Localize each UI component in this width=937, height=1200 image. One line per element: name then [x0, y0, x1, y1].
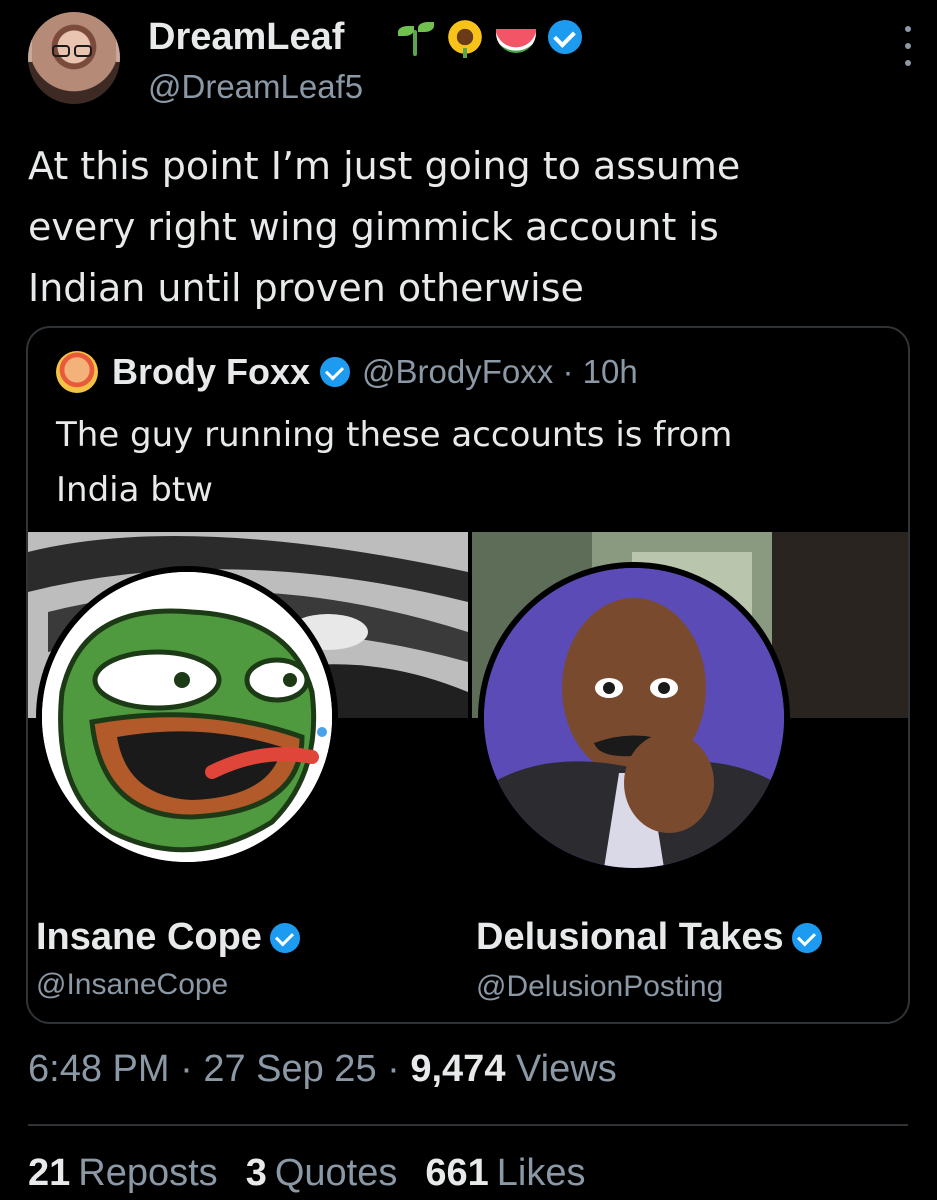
watermelon-emoji-icon [496, 29, 536, 53]
tweet-date[interactable]: 27 Sep 25 [203, 1048, 376, 1090]
profile-card-name: Delusional Takes [476, 916, 822, 959]
tweet-time[interactable]: 6:48 PM [28, 1048, 170, 1090]
tweet-text-line: At this point I’m just going to assume [28, 144, 741, 188]
quoted-text-line: India btw [56, 470, 213, 510]
profile-card-handle: @InsaneCope [36, 968, 229, 1001]
quoted-media[interactable]: Insane Cope @InsaneCope Delusional Takes… [28, 532, 908, 1022]
profile-card-name: Insane Cope [36, 916, 300, 959]
divider [28, 1124, 908, 1126]
profile-card-name-text: Insane Cope [36, 916, 262, 958]
reposts-link[interactable]: 21 Reposts [28, 1152, 218, 1195]
quoted-tweet-age: 10h [582, 353, 638, 390]
author-avatar[interactable] [28, 12, 120, 104]
steve-harvey-avatar-image [478, 562, 790, 874]
verified-badge-icon [269, 922, 300, 953]
pepe-avatar-image [36, 566, 338, 868]
verified-badge-icon [320, 357, 351, 387]
tweet-metadata: 6:48 PM · 27 Sep 25 · 9,474 Views [28, 1048, 617, 1091]
quoted-tweet-text: The guy running these accounts is from I… [56, 408, 876, 518]
quoted-text-line: The guy running these accounts is from [56, 415, 733, 455]
tweet-text-line: every right wing gimmick account is [28, 205, 719, 249]
verified-badge-icon[interactable] [548, 20, 582, 54]
views-count: 9,474 [410, 1048, 506, 1090]
profile-card-insane-cope[interactable]: Insane Cope @InsaneCope [28, 532, 468, 1022]
verified-badge-icon [791, 922, 822, 953]
seedling-emoji-icon [396, 18, 434, 56]
profile-card-handle: @DelusionPosting [476, 970, 724, 1003]
sunflower-emoji-icon [446, 18, 484, 58]
tweet-header: DreamLeaf @DreamLeaf5 [28, 12, 918, 108]
tweet-text-line: Indian until proven otherwise [28, 266, 584, 310]
author-emojis [396, 18, 582, 58]
more-options-icon[interactable] [898, 26, 918, 66]
quoted-tweet-header: Brody Foxx @BrodyFoxx · 10h [56, 350, 638, 394]
author-display-name[interactable]: DreamLeaf [148, 16, 344, 59]
author-handle[interactable]: @DreamLeaf5 [148, 68, 363, 106]
views-label: Views [516, 1048, 617, 1090]
tweet-text: At this point I’m just going to assume e… [28, 136, 908, 319]
profile-card-name-text: Delusional Takes [476, 916, 784, 958]
likes-link[interactable]: 661 Likes [425, 1152, 585, 1195]
separator: · [180, 1048, 193, 1090]
quoted-author-avatar[interactable] [56, 351, 98, 393]
quoted-author-name[interactable]: Brody Foxx [112, 351, 310, 393]
quotes-link[interactable]: 3 Quotes [246, 1152, 398, 1195]
separator: · [387, 1048, 400, 1090]
quoted-tweet[interactable]: Brody Foxx @BrodyFoxx · 10h The guy runn… [26, 326, 910, 1024]
quoted-author-handle[interactable]: @BrodyFoxx · 10h [362, 353, 638, 391]
engagement-stats: 21 Reposts 3 Quotes 661 Likes [28, 1152, 585, 1195]
profile-card-delusional-takes[interactable]: Delusional Takes @DelusionPosting [472, 532, 908, 1022]
